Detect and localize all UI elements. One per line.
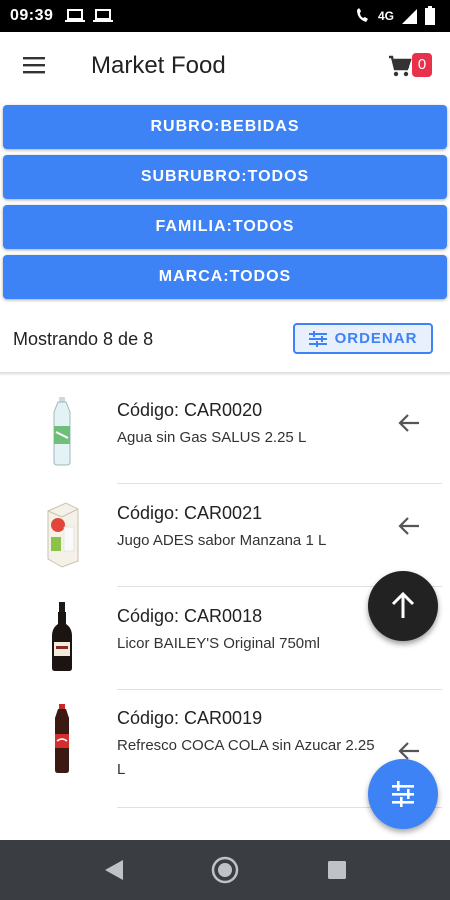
laptop-icon <box>93 9 114 22</box>
product-description: Agua sin Gas SALUS 2.25 L <box>117 429 307 446</box>
sliders-icon <box>392 781 414 807</box>
nav-recent-icon[interactable] <box>327 860 347 880</box>
product-code: Código: CAR0020 <box>117 400 263 420</box>
filter-fab-button[interactable] <box>368 759 438 829</box>
arrow-left-icon[interactable] <box>396 410 422 436</box>
water-bottle-image <box>53 397 71 466</box>
scroll-top-button[interactable] <box>368 571 438 641</box>
network-type: 4G <box>377 9 394 23</box>
result-count: Mostrando 8 de 8 <box>13 329 154 349</box>
arrow-up-icon <box>391 591 415 618</box>
status-system-icons: 4G <box>354 6 436 26</box>
nav-back-icon[interactable] <box>103 858 125 882</box>
product-code: Código: CAR0021 <box>117 503 263 523</box>
juice-carton-image <box>47 502 79 568</box>
sliders-icon <box>308 330 327 347</box>
status-notification-icons <box>65 8 114 24</box>
cart-icon <box>389 55 412 77</box>
app-title: Market Food <box>91 52 226 79</box>
product-description: Refresco COCA COLA sin Azucar 2.25 L <box>117 737 375 778</box>
soda-bottle-image <box>55 704 69 773</box>
wifi-call-icon <box>356 8 368 22</box>
app-bar: Market Food 0 <box>0 32 450 100</box>
product-code: Código: CAR0019 <box>117 708 263 728</box>
arrow-left-icon[interactable] <box>396 513 422 539</box>
order-button-label: ORDENAR <box>334 330 418 347</box>
list-divider <box>0 372 450 376</box>
nav-home-icon[interactable] <box>211 856 239 884</box>
menu-button[interactable] <box>22 54 48 78</box>
cart-button[interactable]: 0 <box>388 52 436 82</box>
filter-familia-button[interactable]: FAMILIA:TODOS <box>3 205 447 249</box>
liquor-bottle-image <box>52 602 72 671</box>
cart-count-badge: 0 <box>412 53 432 77</box>
laptop-icon <box>65 9 86 22</box>
product-description: Jugo ADES sabor Manzana 1 L <box>117 532 327 549</box>
menu-icon <box>23 57 45 74</box>
status-bar: 09:39 4G <box>0 0 450 32</box>
product-code: Código: CAR0018 <box>117 606 263 626</box>
filter-subrubro-button[interactable]: SUBRUBRO:TODOS <box>3 155 447 199</box>
signal-icon <box>402 9 417 24</box>
row-separator <box>117 483 442 484</box>
battery-icon <box>425 6 435 25</box>
filter-rubro-button[interactable]: RUBRO:BEBIDAS <box>3 105 447 149</box>
order-button[interactable]: ORDENAR <box>293 323 433 354</box>
product-item[interactable]: Código: CAR0020 Agua sin Gas SALUS 2.25 … <box>0 382 450 484</box>
status-time: 09:39 <box>10 7 54 24</box>
filter-marca-button[interactable]: MARCA:TODOS <box>3 255 447 299</box>
system-nav-bar <box>0 840 450 900</box>
product-description: Licor BAILEY'S Original 750ml <box>117 635 320 652</box>
